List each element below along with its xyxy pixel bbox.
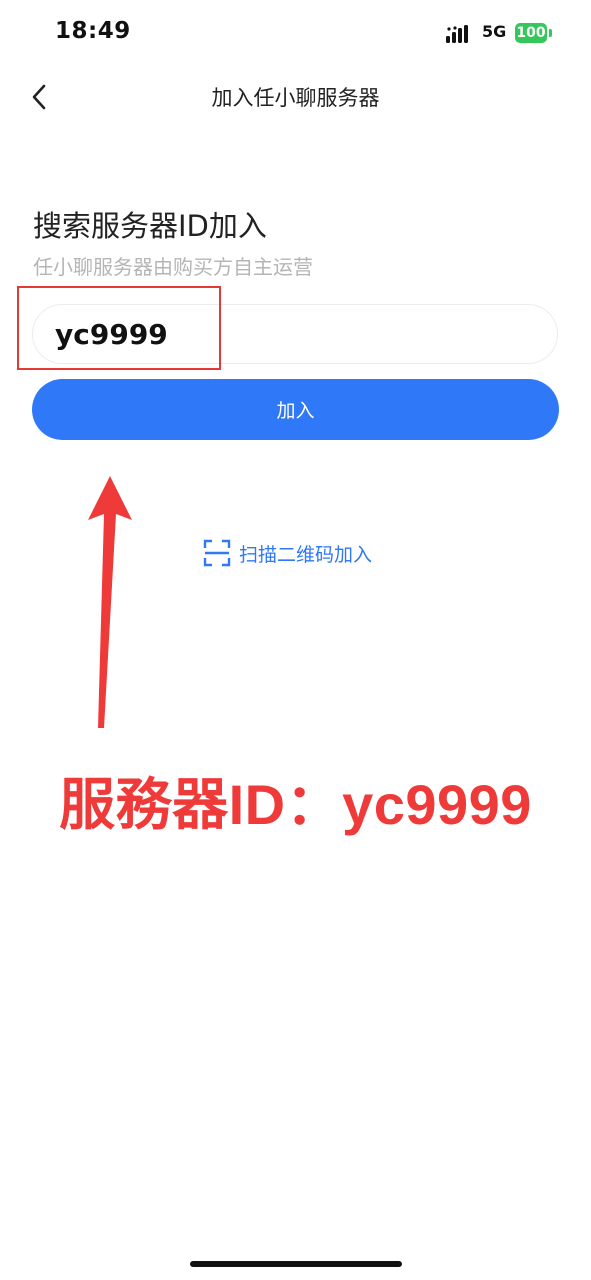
search-subtitle: 任小聊服务器由购买方自主运营 xyxy=(33,255,313,279)
qr-scan-icon xyxy=(203,539,231,567)
join-button[interactable]: 加入 xyxy=(32,379,559,440)
battery-icon: 100 xyxy=(515,23,547,43)
scan-qr-label: 扫描二维码加入 xyxy=(239,543,373,566)
network-type: 5G xyxy=(482,22,507,41)
page-title: 加入任小聊服务器 xyxy=(211,86,380,110)
status-bar: 18:49 5G 100 xyxy=(0,0,591,66)
search-heading: 搜索服务器ID加入 xyxy=(33,209,267,243)
home-indicator xyxy=(190,1261,402,1267)
battery-level: 100 xyxy=(516,25,546,41)
status-time: 18:49 xyxy=(55,18,131,44)
cellular-signal-icon xyxy=(446,25,468,43)
annotation-caption: 服務器ID：yc9999 xyxy=(59,773,532,836)
battery-cap xyxy=(549,29,552,37)
annotation-arrow-icon xyxy=(88,476,132,728)
annotation-highlight-box xyxy=(17,286,221,370)
scan-qr-link[interactable]: 扫描二维码加入 xyxy=(203,537,372,569)
